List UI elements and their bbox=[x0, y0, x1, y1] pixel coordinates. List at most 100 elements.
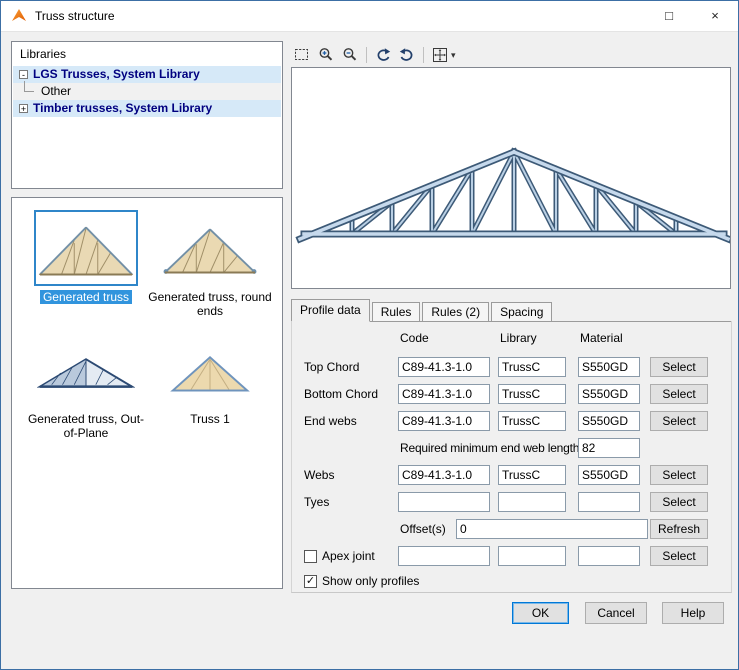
toolbar-separator bbox=[423, 47, 424, 63]
truss-gallery-panel: Generated truss Generated truss, round e… bbox=[11, 197, 283, 589]
row-label: End webs bbox=[304, 414, 357, 428]
thumbnail-label: Generated truss, round ends bbox=[146, 290, 274, 318]
bottom-chord-select-button[interactable]: Select bbox=[650, 384, 708, 404]
min-end-web-length-row: Required minimum end web length bbox=[291, 438, 732, 460]
min-end-web-length-input[interactable] bbox=[578, 438, 640, 458]
tree-elbow-icon bbox=[24, 81, 34, 92]
tyes-select-button[interactable]: Select bbox=[650, 492, 708, 512]
profile-row-webs: Webs Select bbox=[291, 465, 732, 487]
apex-joint-label: Apex joint bbox=[322, 549, 375, 563]
end-webs-material-input[interactable] bbox=[578, 411, 640, 431]
window-zoom-icon[interactable] bbox=[291, 45, 313, 65]
thumbnail-generated-truss[interactable] bbox=[34, 210, 138, 286]
tab-profile-data[interactable]: Profile data bbox=[291, 299, 370, 322]
library-column-header: Library bbox=[500, 331, 537, 345]
end-webs-library-input[interactable] bbox=[498, 411, 566, 431]
row-label: Webs bbox=[304, 468, 334, 482]
top-chord-material-input[interactable] bbox=[578, 357, 640, 377]
bottom-chord-code-input[interactable] bbox=[398, 384, 490, 404]
thumbnail-label: Generated truss bbox=[22, 290, 150, 304]
title-bar: Truss structure □ × bbox=[1, 1, 738, 32]
help-button[interactable]: Help bbox=[662, 602, 724, 624]
tyes-library-input[interactable] bbox=[498, 492, 566, 512]
rotate-ccw-icon[interactable] bbox=[372, 45, 394, 65]
row-label: Tyes bbox=[304, 495, 329, 509]
webs-select-button[interactable]: Select bbox=[650, 465, 708, 485]
show-only-profiles-label: Show only profiles bbox=[322, 574, 419, 588]
thumbnail-label: Truss 1 bbox=[146, 412, 274, 426]
thumbnail-generated-truss-out-of-plane[interactable] bbox=[34, 332, 138, 408]
tyes-material-input[interactable] bbox=[578, 492, 640, 512]
top-chord-select-button[interactable]: Select bbox=[650, 357, 708, 377]
webs-library-input[interactable] bbox=[498, 465, 566, 485]
apex-joint-row: Apex joint Select bbox=[291, 546, 732, 568]
offset-label: Offset(s) bbox=[400, 522, 446, 536]
truss-preview-viewport[interactable] bbox=[291, 67, 731, 289]
tyes-code-input[interactable] bbox=[398, 492, 490, 512]
pan-icon[interactable] bbox=[429, 45, 451, 65]
apex-joint-select-button[interactable]: Select bbox=[650, 546, 708, 566]
tree-item-other[interactable]: Other bbox=[13, 83, 281, 100]
end-webs-select-button[interactable]: Select bbox=[650, 411, 708, 431]
show-only-profiles-checkbox[interactable] bbox=[304, 575, 317, 588]
offset-row: Offset(s) Refresh bbox=[291, 519, 732, 541]
tab-strip: Profile data Rules Rules (2) Spacing bbox=[291, 301, 732, 322]
row-label: Bottom Chord bbox=[304, 387, 378, 401]
code-column-header: Code bbox=[400, 331, 429, 345]
webs-material-input[interactable] bbox=[578, 465, 640, 485]
offset-input[interactable] bbox=[456, 519, 648, 539]
window-title: Truss structure bbox=[35, 9, 115, 23]
tree-item-label: Timber trusses, System Library bbox=[33, 100, 212, 117]
profile-row-end-webs: End webs Select bbox=[291, 411, 732, 433]
expand-icon[interactable]: + bbox=[19, 104, 28, 113]
truss-thumbnail-image bbox=[161, 335, 259, 405]
truss-thumbnail-image bbox=[161, 213, 259, 283]
refresh-button[interactable]: Refresh bbox=[650, 519, 708, 539]
min-end-web-length-label: Required minimum end web length bbox=[400, 441, 580, 455]
tab-spacing[interactable]: Spacing bbox=[491, 302, 552, 321]
truss-structure-dialog: Truss structure □ × Libraries - LGS Trus… bbox=[0, 0, 739, 670]
tree-item-label: LGS Trusses, System Library bbox=[33, 66, 200, 83]
ok-button[interactable]: OK bbox=[512, 602, 569, 624]
apex-joint-material-input[interactable] bbox=[578, 546, 640, 566]
profile-row-tyes: Tyes Select bbox=[291, 492, 732, 514]
cancel-button[interactable]: Cancel bbox=[585, 602, 647, 624]
zoom-in-icon[interactable] bbox=[315, 45, 337, 65]
rotate-cw-icon[interactable] bbox=[396, 45, 418, 65]
webs-code-input[interactable] bbox=[398, 465, 490, 485]
top-chord-code-input[interactable] bbox=[398, 357, 490, 377]
maximize-button[interactable]: □ bbox=[646, 1, 692, 30]
apex-joint-code-input[interactable] bbox=[398, 546, 490, 566]
top-chord-library-input[interactable] bbox=[498, 357, 566, 377]
tab-rules-2[interactable]: Rules (2) bbox=[422, 302, 489, 321]
profile-row-top-chord: Top Chord Select bbox=[291, 357, 732, 379]
bottom-chord-material-input[interactable] bbox=[578, 384, 640, 404]
truss-preview-drawing bbox=[292, 68, 730, 288]
thumbnail-label: Generated truss, Out-of-Plane bbox=[22, 412, 150, 440]
thumbnail-truss-1[interactable] bbox=[158, 332, 262, 408]
apex-joint-checkbox[interactable] bbox=[304, 550, 317, 563]
close-button[interactable]: × bbox=[692, 1, 738, 30]
truss-thumbnail-image bbox=[37, 213, 135, 283]
toolbar-dropdown-caret-icon[interactable]: ▾ bbox=[451, 50, 456, 61]
thumbnail-generated-truss-round-ends[interactable] bbox=[158, 210, 262, 286]
profile-column-headers: Code Library Material bbox=[291, 331, 732, 353]
toolbar-separator bbox=[366, 47, 367, 63]
libraries-header: Libraries bbox=[20, 47, 66, 61]
tree-item-label: Other bbox=[41, 83, 71, 100]
tree-item-timber-trusses[interactable]: + Timber trusses, System Library bbox=[13, 100, 281, 117]
bottom-chord-library-input[interactable] bbox=[498, 384, 566, 404]
zoom-out-icon[interactable] bbox=[339, 45, 361, 65]
collapse-icon[interactable]: - bbox=[19, 70, 28, 79]
truss-thumbnail-image bbox=[37, 335, 135, 405]
apex-joint-library-input[interactable] bbox=[498, 546, 566, 566]
row-label: Top Chord bbox=[304, 360, 359, 374]
libraries-panel: Libraries - LGS Trusses, System Library … bbox=[11, 41, 283, 189]
end-webs-code-input[interactable] bbox=[398, 411, 490, 431]
material-column-header: Material bbox=[580, 331, 623, 345]
tab-rules[interactable]: Rules bbox=[372, 302, 421, 321]
tree-item-lgs-trusses[interactable]: - LGS Trusses, System Library bbox=[13, 66, 281, 83]
show-only-profiles-row: Show only profiles bbox=[291, 573, 732, 595]
profile-row-bottom-chord: Bottom Chord Select bbox=[291, 384, 732, 406]
preview-toolbar: ▾ bbox=[291, 43, 731, 67]
